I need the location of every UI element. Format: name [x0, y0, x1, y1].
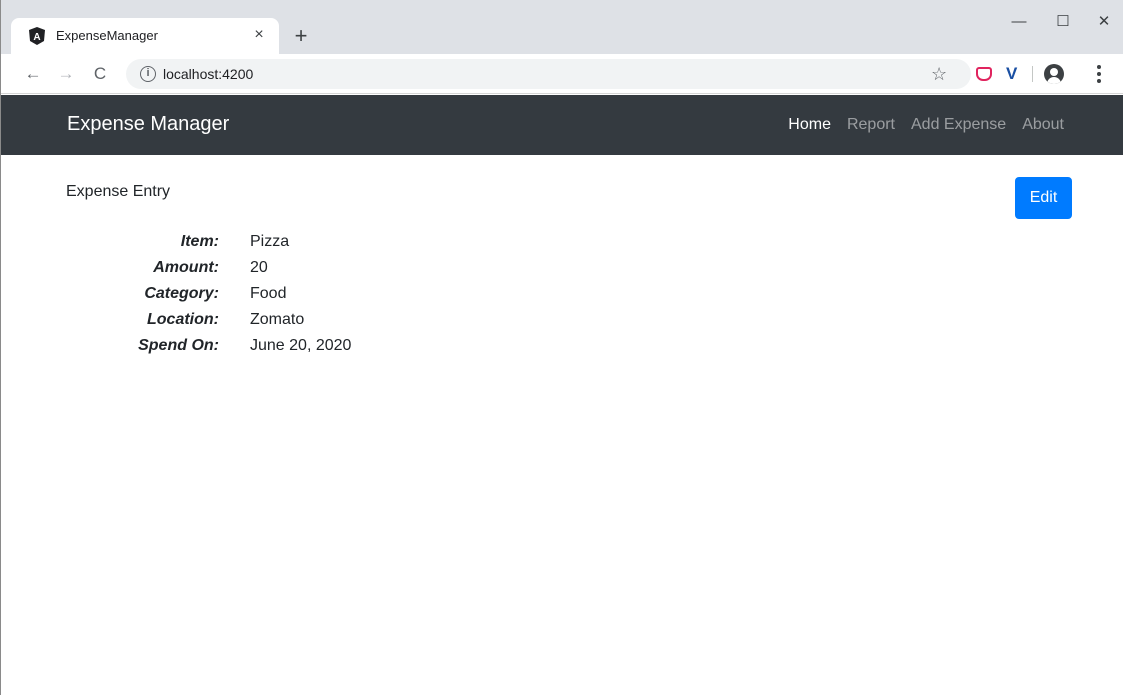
nav-link-home[interactable]: Home: [788, 116, 831, 134]
browser-window: A ExpenseManager × + — ☐ ✕ ← → C i local…: [0, 0, 1123, 695]
detail-label: Category:: [144, 285, 219, 302]
detail-value: 20: [250, 259, 268, 276]
detail-row-location: Location: Zomato: [1, 311, 401, 337]
minimize-button[interactable]: —: [1004, 10, 1034, 34]
close-tab-icon[interactable]: ×: [249, 25, 269, 45]
close-window-button[interactable]: ✕: [1089, 10, 1119, 34]
nav-link-report[interactable]: Report: [847, 116, 895, 134]
browser-menu-icon[interactable]: [1093, 63, 1105, 85]
profile-avatar-icon[interactable]: [1044, 64, 1064, 84]
address-bar[interactable]: i localhost:4200: [126, 59, 971, 89]
pocket-icon[interactable]: [976, 67, 992, 81]
edit-button[interactable]: Edit: [1015, 177, 1072, 219]
detail-row-item: Item: Pizza: [1, 233, 401, 259]
detail-value: June 20, 2020: [250, 337, 352, 354]
nav-link-add-expense[interactable]: Add Expense: [911, 116, 1006, 134]
back-button[interactable]: ←: [21, 62, 45, 86]
detail-label: Spend On:: [138, 337, 219, 354]
app-navbar: Expense Manager Home Report Add Expense …: [1, 95, 1123, 155]
reload-button[interactable]: C: [88, 62, 112, 86]
nav-link-about[interactable]: About: [1022, 116, 1064, 134]
detail-label: Amount:: [153, 259, 219, 276]
detail-label: Item:: [180, 233, 219, 250]
detail-row-spend-on: Spend On: June 20, 2020: [1, 337, 401, 363]
tab-strip: A ExpenseManager × + — ☐ ✕: [1, 0, 1123, 54]
bookmark-star-icon[interactable]: ☆: [931, 62, 947, 86]
detail-label: Location:: [147, 311, 219, 328]
detail-value: Pizza: [250, 233, 290, 250]
tab-title: ExpenseManager: [56, 28, 158, 43]
forward-button[interactable]: →: [54, 62, 78, 86]
url-text[interactable]: localhost:4200: [163, 66, 253, 82]
maximize-button[interactable]: ☐: [1048, 10, 1078, 34]
nav-links: Home Report Add Expense About: [788, 116, 1064, 134]
toolbar-divider: [1032, 66, 1033, 82]
section-title: Expense Entry: [66, 183, 171, 200]
angular-icon-letter: A: [33, 32, 40, 43]
detail-row-amount: Amount: 20: [1, 259, 401, 285]
tab-expense-manager[interactable]: A ExpenseManager ×: [11, 18, 279, 54]
v-extension-icon[interactable]: V: [1006, 63, 1017, 85]
new-tab-button[interactable]: +: [290, 25, 312, 47]
angular-icon: A: [29, 27, 45, 45]
detail-row-category: Category: Food: [1, 285, 401, 311]
detail-value: Zomato: [250, 311, 305, 328]
site-info-icon[interactable]: i: [140, 66, 156, 82]
app-brand[interactable]: Expense Manager: [67, 113, 229, 136]
browser-toolbar: ← → C i localhost:4200 ☆ V: [1, 54, 1123, 94]
detail-value: Food: [250, 285, 287, 302]
